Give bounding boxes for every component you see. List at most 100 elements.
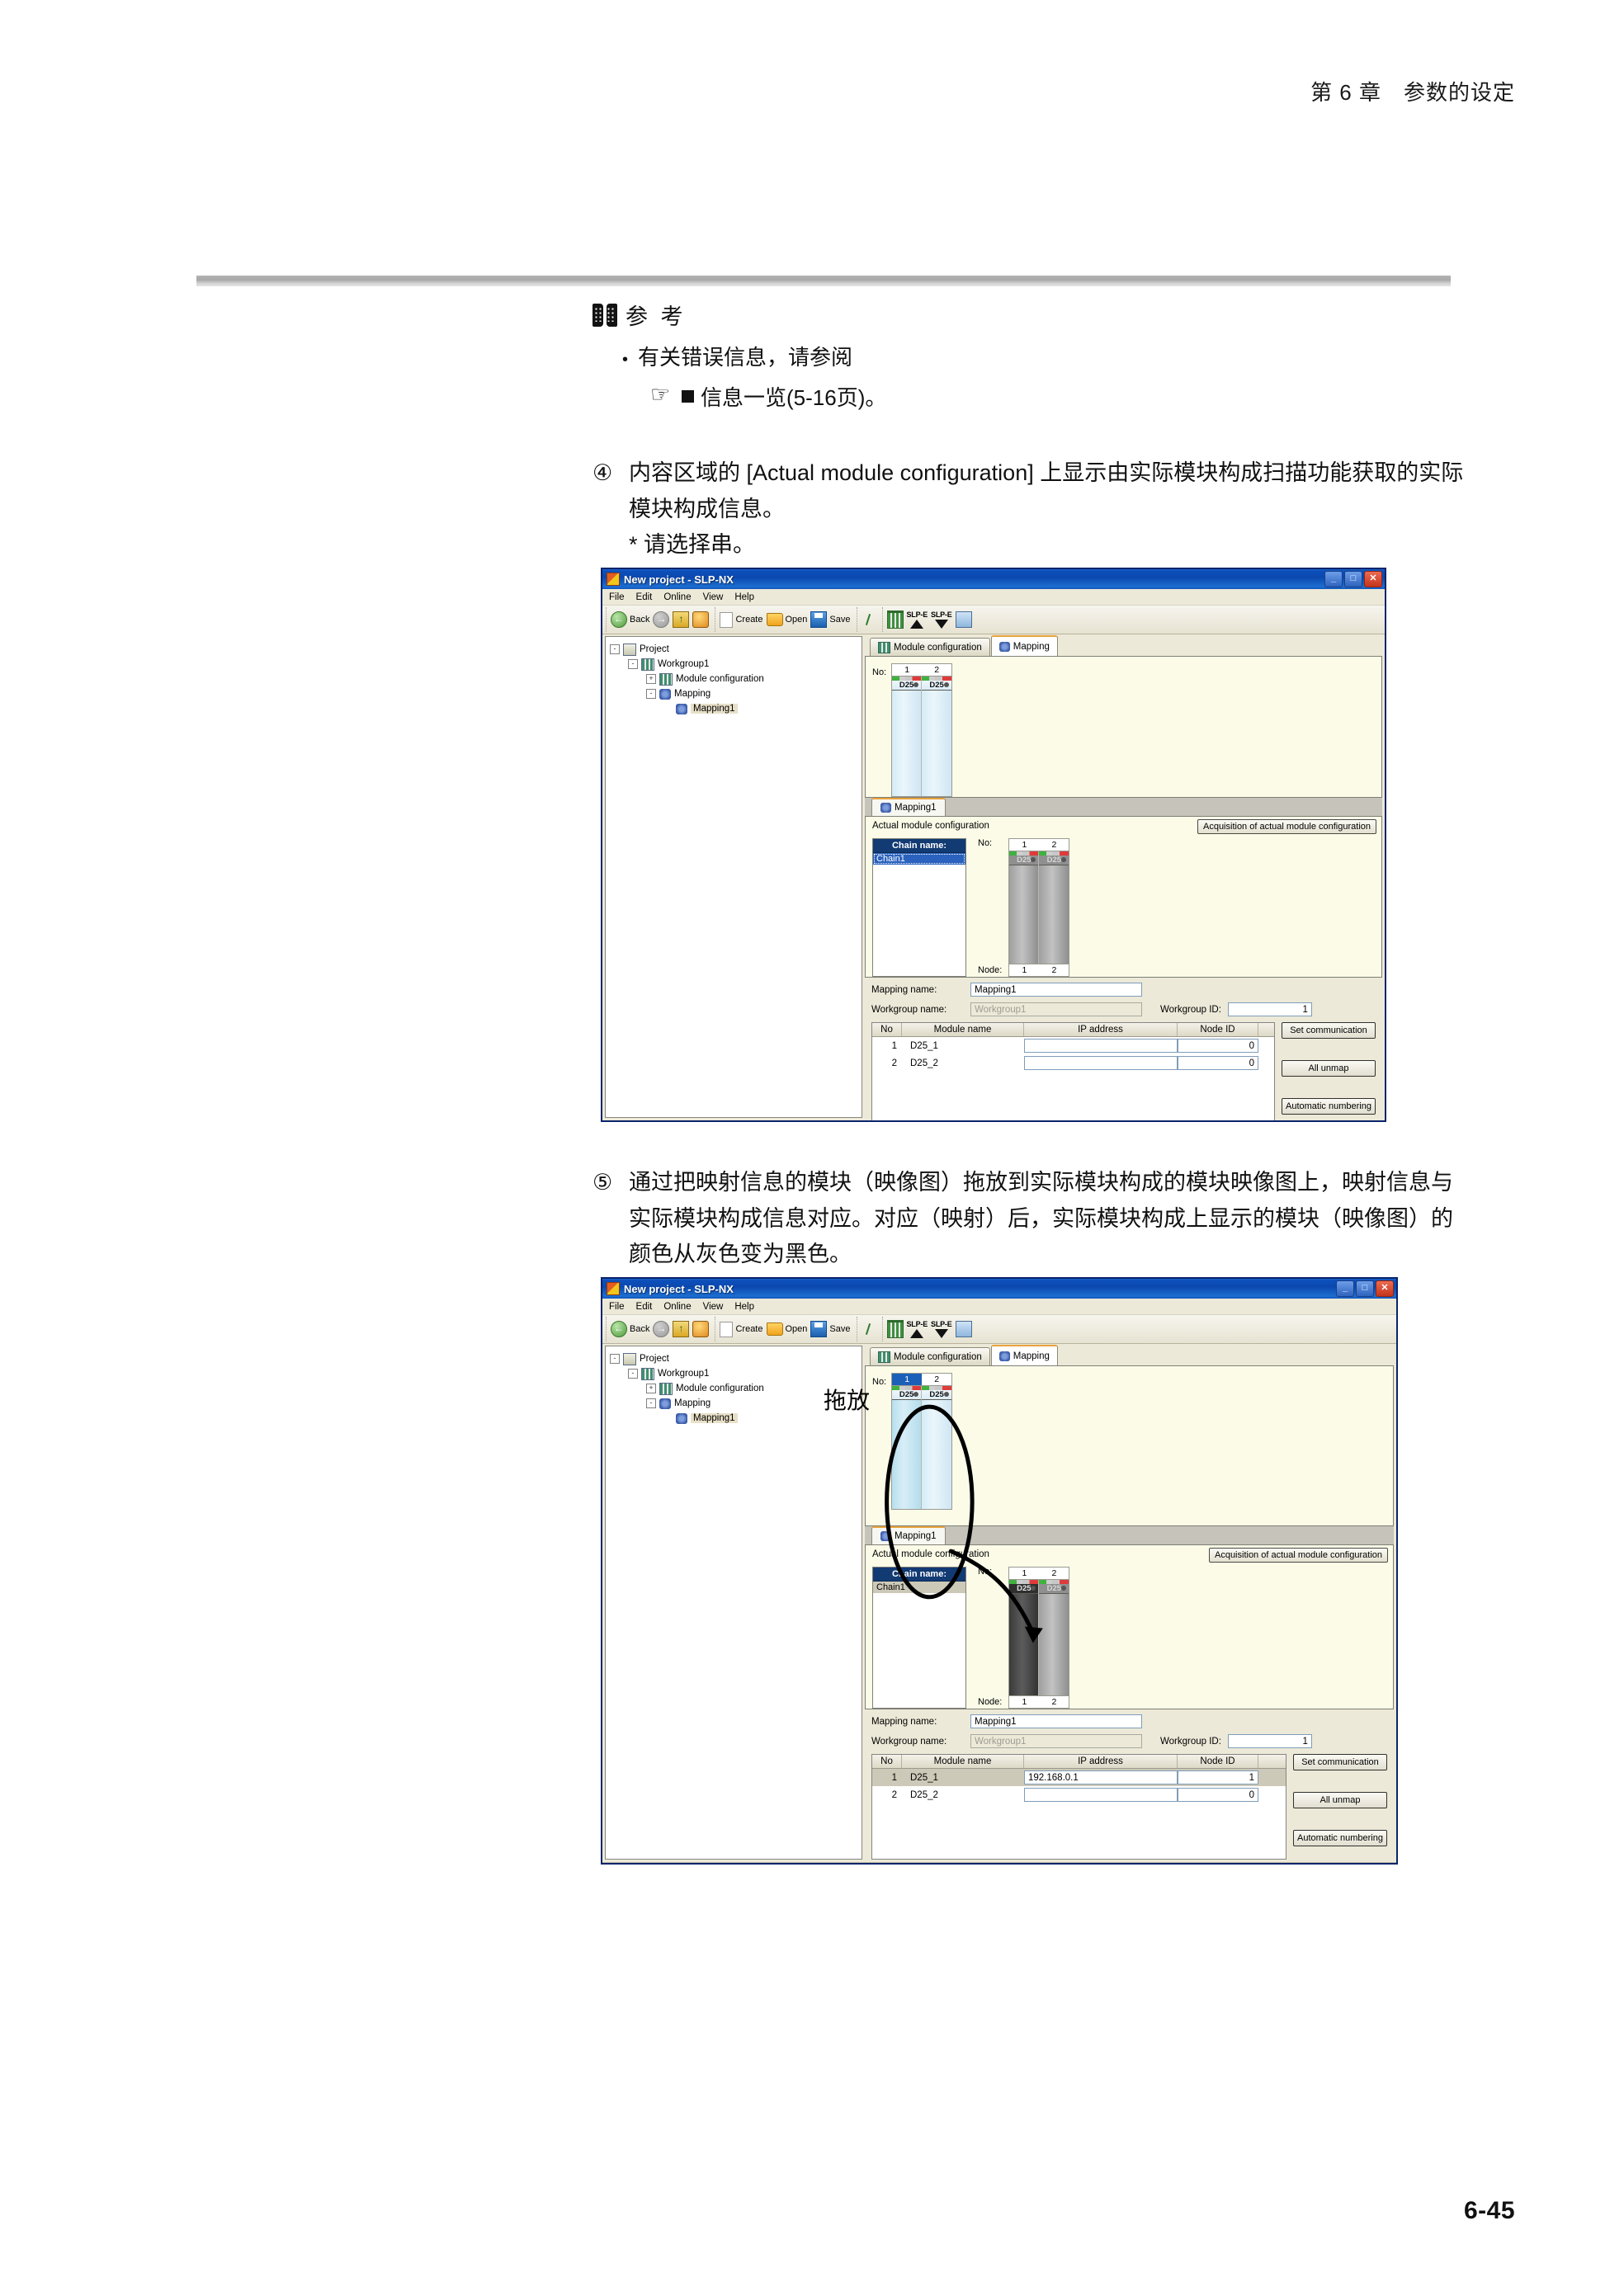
mapping-module-rack[interactable]: 1 2 D25 D25 — [891, 1373, 953, 1510]
sub-tab-mapping1[interactable]: Mapping1 — [871, 1526, 946, 1544]
save-button[interactable]: Save — [810, 1321, 851, 1337]
menu-view[interactable]: View — [703, 592, 724, 602]
back-button[interactable]: ← Back — [611, 1321, 649, 1337]
menu-online[interactable]: Online — [663, 592, 691, 602]
monitor-icon[interactable] — [955, 1321, 972, 1337]
expander-icon[interactable]: - — [646, 689, 656, 699]
cell-ip-address[interactable] — [1024, 1054, 1178, 1072]
set-communication-button[interactable]: Set communication — [1293, 1754, 1387, 1770]
actual-module-graphic-2[interactable]: D25 — [1039, 1580, 1069, 1695]
module-graphic-2[interactable]: D25 — [922, 677, 952, 796]
mapping-name-input[interactable]: Mapping1 — [970, 1714, 1142, 1728]
minimize-button[interactable]: _ — [1324, 571, 1343, 587]
up-one-level-icon[interactable]: ↑ — [673, 1321, 690, 1337]
cell-node-id[interactable]: 0 — [1178, 1054, 1258, 1072]
module-graphic-1[interactable]: D25 — [892, 677, 923, 796]
set-communication-button[interactable]: Set communication — [1282, 1022, 1376, 1039]
menu-edit[interactable]: Edit — [636, 1302, 653, 1312]
chain-list-item[interactable]: Chain1 — [873, 1582, 965, 1593]
expander-icon[interactable]: + — [646, 1384, 656, 1393]
menu-edit[interactable]: Edit — [636, 592, 653, 602]
tab-mapping[interactable]: Mapping — [990, 1345, 1058, 1365]
project-tree[interactable]: - Project - Workgroup1 + Module configur… — [605, 636, 862, 1118]
module-mapping-grid[interactable]: No Module name IP address Node ID 1 D25_… — [871, 1022, 1275, 1120]
maximize-button[interactable]: □ — [1344, 571, 1362, 587]
tree-item-project[interactable]: - Project — [610, 642, 857, 657]
forward-arrow-icon[interactable]: → — [653, 1321, 670, 1337]
maximize-button[interactable]: □ — [1356, 1280, 1374, 1297]
chain-list[interactable]: Chain name: Chain1 — [872, 1567, 966, 1709]
tree-item-workgroup1[interactable]: - Workgroup1 — [610, 1366, 857, 1381]
menu-help[interactable]: Help — [734, 1302, 754, 1312]
rack-icon[interactable] — [886, 1320, 904, 1338]
home-icon[interactable] — [692, 611, 710, 628]
module-mapping-grid[interactable]: No Module name IP address Node ID 1 D25_… — [871, 1754, 1286, 1860]
home-icon[interactable] — [692, 1321, 710, 1337]
cell-ip-address[interactable] — [1024, 1037, 1178, 1054]
automatic-numbering-button[interactable]: Automatic numbering — [1282, 1098, 1376, 1115]
chain-list[interactable]: Chain name: Chain1 — [872, 838, 966, 977]
tab-module-configuration[interactable]: Module configuration — [870, 1347, 990, 1365]
tree-item-mapping[interactable]: - Mapping — [610, 686, 857, 701]
slpe-download-button[interactable]: SLP-E — [931, 611, 952, 629]
tree-item-workgroup1[interactable]: - Workgroup1 — [610, 657, 857, 672]
tree-item-project[interactable]: - Project — [610, 1351, 857, 1366]
actual-module-graphic-1[interactable]: D25 — [1009, 851, 1040, 964]
actual-module-graphic-2[interactable]: D25 — [1039, 851, 1069, 964]
tree-item-module-configuration[interactable]: + Module configuration — [610, 672, 857, 686]
cell-node-id[interactable]: 1 — [1178, 1769, 1258, 1786]
expander-icon[interactable]: - — [628, 1369, 638, 1379]
table-row[interactable]: 1 D25_1 192.168.0.1 1 — [872, 1769, 1286, 1786]
monitor-icon[interactable] — [955, 611, 972, 628]
chain-list-item[interactable]: Chain1 — [873, 853, 965, 865]
forward-arrow-icon[interactable]: → — [653, 611, 670, 628]
open-button[interactable]: Open — [766, 613, 807, 626]
tree-item-module-configuration[interactable]: + Module configuration — [610, 1381, 857, 1396]
expander-icon[interactable]: - — [646, 1398, 656, 1408]
table-row[interactable]: 2 D25_2 0 — [872, 1054, 1274, 1072]
cell-node-id[interactable]: 0 — [1178, 1786, 1258, 1803]
cell-ip-address[interactable]: 192.168.0.1 — [1024, 1769, 1178, 1786]
mapping-canvas[interactable]: No: 1 2 D25 D25 — [865, 656, 1382, 798]
all-unmap-button[interactable]: All unmap — [1293, 1792, 1387, 1808]
menu-view[interactable]: View — [703, 1302, 724, 1312]
slpe-upload-button[interactable]: SLP-E — [907, 1320, 928, 1338]
acquisition-button[interactable]: Acquisition of actual module configurati… — [1208, 1548, 1388, 1563]
menu-help[interactable]: Help — [734, 592, 754, 602]
table-row[interactable]: 1 D25_1 0 — [872, 1037, 1274, 1054]
acquisition-button[interactable]: Acquisition of actual module configurati… — [1197, 819, 1376, 834]
workgroup-id-input[interactable]: 1 — [1227, 1002, 1312, 1016]
automatic-numbering-button[interactable]: Automatic numbering — [1293, 1830, 1387, 1846]
module-graphic-2[interactable]: D25 — [922, 1386, 952, 1509]
all-unmap-button[interactable]: All unmap — [1282, 1060, 1376, 1077]
rack-icon[interactable] — [886, 611, 904, 629]
expander-icon[interactable]: - — [610, 1354, 620, 1364]
minimize-button[interactable]: _ — [1336, 1280, 1354, 1297]
sub-tab-mapping1[interactable]: Mapping1 — [871, 798, 946, 816]
back-button[interactable]: ← Back — [611, 611, 649, 628]
pen-icon[interactable] — [862, 1322, 876, 1337]
create-button[interactable]: Create — [720, 1321, 763, 1337]
mapping-module-rack[interactable]: 1 2 D25 D25 — [891, 663, 953, 797]
expander-icon[interactable]: - — [628, 659, 638, 669]
close-button[interactable]: ✕ — [1364, 571, 1382, 587]
cell-node-id[interactable]: 0 — [1178, 1037, 1258, 1054]
pen-icon[interactable] — [862, 612, 876, 627]
tree-item-mapping[interactable]: - Mapping — [610, 1396, 857, 1411]
tree-item-mapping1[interactable]: Mapping1 — [610, 701, 857, 716]
slpe-download-button[interactable]: SLP-E — [931, 1320, 952, 1338]
tree-item-mapping1[interactable]: Mapping1 — [610, 1411, 857, 1426]
slpe-upload-button[interactable]: SLP-E — [907, 611, 928, 629]
tab-module-configuration[interactable]: Module configuration — [870, 638, 990, 656]
create-button[interactable]: Create — [720, 611, 763, 628]
mapping-canvas[interactable]: No: 1 2 D25 D25 — [865, 1365, 1394, 1526]
up-one-level-icon[interactable]: ↑ — [673, 611, 690, 628]
table-row[interactable]: 2 D25_2 0 — [872, 1786, 1286, 1803]
actual-module-graphic-1[interactable]: D25 — [1009, 1580, 1040, 1695]
mapping-name-input[interactable]: Mapping1 — [970, 983, 1142, 997]
close-button[interactable]: ✕ — [1376, 1280, 1394, 1297]
project-tree[interactable]: - Project - Workgroup1 + Module configur… — [605, 1346, 862, 1860]
menu-file[interactable]: File — [609, 592, 625, 602]
expander-icon[interactable]: - — [610, 644, 620, 654]
actual-module-rack[interactable]: 1 2 D25 D25 1 2 — [1008, 838, 1070, 977]
